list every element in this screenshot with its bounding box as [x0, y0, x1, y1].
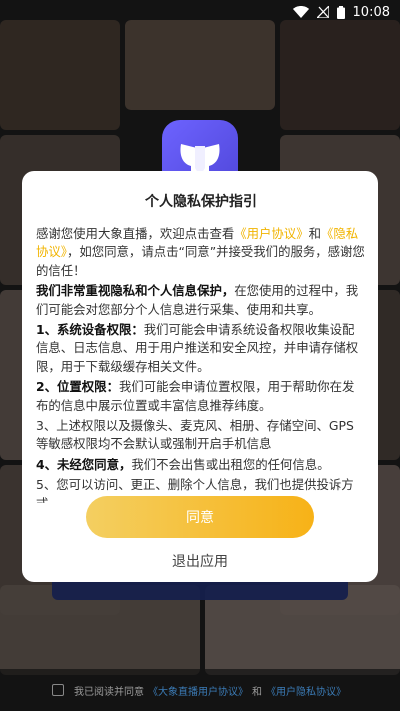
- wifi-icon: [292, 6, 309, 18]
- privacy-statement-bold: 我们非常重视隐私和个人信息保护，: [36, 283, 235, 299]
- intro-paragraph: 感谢您使用大象直播，欢迎点击查看《用户协议》和《隐私协议》，如您同意，请点击“同…: [36, 225, 366, 280]
- intro-text-end: ，如您同意，请点击“同意”并接受我们的服务，感谢您的信任！: [36, 244, 365, 278]
- agree-checkbox[interactable]: [52, 684, 64, 696]
- intro-text: 感谢您使用大象直播，欢迎点击查看: [36, 226, 235, 241]
- user-agreement-link[interactable]: 《用户协议》: [234, 226, 308, 241]
- location-permission-bold: 2、位置权限：: [36, 379, 119, 395]
- status-time: 10:08: [352, 4, 390, 20]
- device-permission-paragraph: 1、系统设备权限：我们可能会申请系统设备权限收集设配信息、日志信息、用于用户推送…: [36, 321, 366, 376]
- footer-text-1: 我已阅读并同意: [74, 686, 144, 698]
- privacy-dialog: 个人隐私保护指引 感谢您使用大象直播，欢迎点击查看《用户协议》和《隐私协议》，如…: [22, 171, 378, 582]
- dialog-body[interactable]: 感谢您使用大象直播，欢迎点击查看《用户协议》和《隐私协议》，如您同意，请点击“同…: [36, 225, 366, 503]
- agree-button[interactable]: 同意: [86, 496, 314, 538]
- sensitive-permission-paragraph: 3、上述权限以及摄像头、麦克风、相册、存储空间、GPS等敏感权限均不会默认或强制…: [36, 418, 354, 452]
- intro-text-and: 和: [308, 226, 321, 241]
- status-bar: 10:08: [0, 0, 400, 24]
- no-sale-bold: 4、未经您同意，: [36, 456, 132, 472]
- no-sale-paragraph: 4、未经您同意，我们不会出售或出租您的任何信息。: [36, 456, 366, 474]
- exit-app-button[interactable]: 退出应用: [22, 551, 378, 571]
- device-permission-bold: 1、系统设备权限：: [36, 322, 144, 338]
- user-agreement-link[interactable]: 《大象直播用户协议》: [148, 683, 248, 698]
- agreement-footer: 我已阅读并同意 《大象直播用户协议》 和 《用户隐私协议》: [0, 669, 400, 711]
- signal-off-icon: [316, 6, 329, 18]
- footer-text-2: 和: [252, 686, 262, 698]
- no-sale-text: 我们不会出售或出租您的任何信息。: [131, 456, 330, 472]
- privacy-agreement-link[interactable]: 《用户隐私协议》: [266, 683, 346, 698]
- privacy-statement-paragraph: 我们非常重视隐私和个人信息保护，在您使用的过程中，我们可能会对您部分个人信息进行…: [36, 282, 366, 319]
- battery-icon: [336, 5, 345, 19]
- location-permission-paragraph: 2、位置权限：我们可能会申请位置权限，用于帮助你在发布的信息中展示位置或丰富信息…: [36, 378, 366, 415]
- dialog-title: 个人隐私保护指引: [145, 194, 257, 210]
